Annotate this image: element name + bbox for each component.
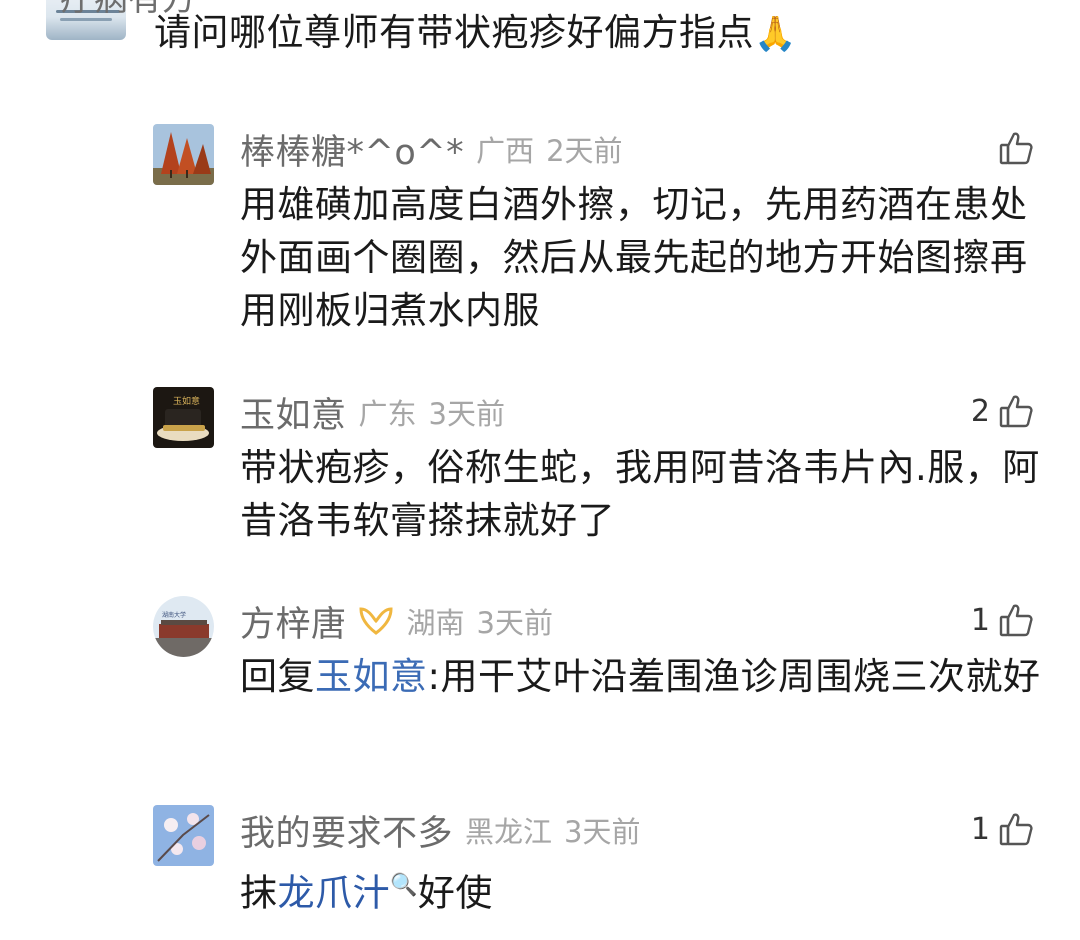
reply-meta: 棒棒糖*^o^* 广西 2天前	[240, 124, 623, 175]
thumbs-up-icon	[999, 395, 1033, 428]
reply-content: 好使	[417, 871, 493, 915]
avatar[interactable]	[153, 124, 214, 185]
reply-text: 回复玉如意:用干艾叶沿羞围渔诊周围烧三次就好	[240, 650, 1050, 703]
region: 广西	[476, 134, 535, 168]
search-icon[interactable]: 🔍	[390, 873, 418, 898]
mention-link[interactable]: 玉如意	[315, 655, 428, 698]
reply-text: 带状疱疹，俗称生蛇，我用阿昔洛韦片內.服，阿昔洛韦软膏搽抹就好了	[240, 446, 1040, 542]
thumbs-up-icon	[999, 813, 1033, 846]
username[interactable]: 玉如意	[240, 387, 347, 438]
reply-prefix: 抹	[240, 871, 278, 915]
timestamp: 3天前	[428, 397, 505, 431]
reply-text: 抹龙爪汁🔍好使	[240, 859, 1050, 919]
svg-text:玉如意: 玉如意	[173, 395, 200, 407]
region: 黑龙江	[465, 815, 553, 849]
like-button[interactable]: 2	[970, 391, 1034, 431]
reply-meta: 我的要求不多 黑龙江 3天前	[240, 805, 641, 856]
username[interactable]: 方梓唐	[240, 596, 347, 647]
reply-prefix: 回复	[240, 655, 315, 698]
like-button[interactable]	[970, 128, 1034, 168]
reply-text: 用雄磺加高度白酒外擦，切记，先用药酒在患处外面画个圈圈，然后从最先起的地方开始图…	[240, 183, 1028, 332]
username[interactable]: 我的要求不多	[240, 805, 453, 856]
like-button[interactable]: 1	[970, 809, 1034, 849]
timestamp: 3天前	[564, 815, 641, 849]
like-button[interactable]: 1	[970, 600, 1034, 640]
vip-badge-icon	[359, 607, 393, 635]
avatar[interactable]	[153, 805, 214, 866]
parent-comment: 疗病有方 请问哪位尊师有带状疱疹好偏方指点🙏	[0, 0, 1080, 54]
thumbs-up-icon	[999, 132, 1033, 165]
search-link[interactable]: 龙爪汁	[278, 871, 391, 914]
region: 湖南	[406, 606, 465, 640]
parent-text: 请问哪位尊师有带状疱疹好偏方指点	[154, 11, 754, 54]
reply-content: :用干艾叶沿羞围渔诊周围烧三次就好	[427, 655, 1041, 698]
like-count: 1	[970, 811, 990, 847]
region: 广东	[358, 397, 417, 431]
timestamp: 2天前	[546, 134, 623, 168]
parent-comment-text: 请问哪位尊师有带状疱疹好偏方指点🙏	[154, 10, 797, 57]
like-count: 2	[970, 393, 990, 429]
pray-emoji: 🙏	[754, 14, 797, 54]
username[interactable]: 棒棒糖*^o^*	[240, 124, 464, 175]
svg-text:湖南大学: 湖南大学	[162, 611, 186, 619]
thumbs-up-icon	[999, 604, 1033, 637]
timestamp: 3天前	[476, 606, 553, 640]
like-count: 1	[970, 602, 990, 638]
avatar[interactable]: 玉如意	[153, 387, 214, 448]
reply-meta: 方梓唐 湖南 3天前	[240, 596, 553, 647]
reply-meta: 玉如意 广东 3天前	[240, 387, 505, 438]
avatar[interactable]: 湖南大学	[153, 596, 214, 657]
